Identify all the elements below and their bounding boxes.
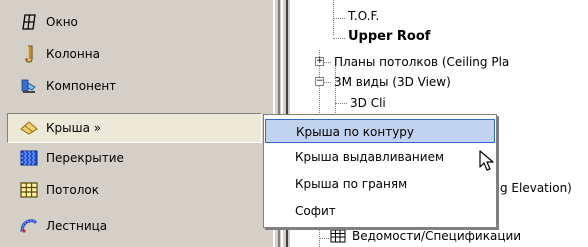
tool-label: Окно (46, 15, 78, 29)
menu-item-label: Крыша выдавливанием (295, 150, 445, 164)
tree-connector (333, 18, 345, 19)
tree-item-tof[interactable]: T.O.F. (348, 8, 379, 24)
tool-label: Крыша » (46, 121, 102, 135)
menu-item-label: Крыша по контуру (296, 125, 415, 139)
menu-item-label: Софит (295, 204, 336, 218)
tool-window[interactable]: Окно (8, 6, 263, 38)
tool-stair[interactable]: Лестница (8, 210, 263, 242)
tree-item-label: g Elevation) (500, 181, 572, 195)
tool-floor[interactable]: Перекрытие (8, 142, 263, 174)
tree-item-label: T.O.F. (348, 9, 380, 23)
component-icon (20, 77, 38, 95)
tree-item-label: Ведомости/Спецификации (352, 229, 522, 243)
tree-item-label: Upper Roof (348, 29, 431, 44)
expand-icon[interactable]: + (315, 57, 324, 66)
table-icon (330, 228, 346, 244)
tree-item-label: 3М виды (3D View) (334, 75, 451, 89)
tree-connector (333, 38, 345, 39)
column-icon (20, 45, 38, 63)
tool-label: Колонна (46, 47, 100, 61)
tool-column[interactable]: Колонна (8, 38, 263, 70)
tool-component[interactable]: Компонент (8, 70, 263, 102)
tool-label: Потолок (46, 183, 99, 197)
collapse-icon[interactable]: − (315, 77, 324, 86)
tool-label: Перекрытие (46, 151, 124, 165)
stair-icon (20, 217, 38, 235)
tree-item-label: Планы потолков (Ceiling Pla (334, 55, 510, 69)
ceiling-icon (20, 181, 38, 199)
menu-item-label: Крыша по граням (295, 177, 408, 191)
tool-roof[interactable]: Крыша » (7, 113, 262, 143)
design-bar: Окно Колонна Компонент Крыша » Перекрыти… (0, 0, 270, 247)
cursor-arrow-icon (479, 150, 499, 172)
menu-item-soffit[interactable]: Софит (265, 199, 495, 223)
tree-item-label: 3D Cli (350, 96, 386, 110)
tree-item-upper-roof[interactable]: Upper Roof (348, 29, 430, 45)
menu-item-roof-by-extrusion[interactable]: Крыша выдавливанием (265, 145, 495, 169)
menu-item-roof-by-footprint[interactable]: Крыша по контуру (265, 119, 495, 143)
tree-item-3d-views[interactable]: 3М виды (3D View) (334, 74, 451, 90)
roof-icon (20, 119, 38, 137)
tree-connector (335, 103, 347, 104)
window-icon (20, 13, 38, 31)
menu-item-roof-by-face[interactable]: Крыша по граням (265, 172, 495, 196)
floor-icon (20, 149, 38, 167)
tool-ceiling[interactable]: Потолок (8, 174, 263, 206)
tool-label: Компонент (46, 79, 117, 93)
tree-item-schedules[interactable]: Ведомости/Спецификации (352, 228, 521, 244)
tree-item-3d-clip[interactable]: 3D Cli (350, 95, 386, 111)
tool-label: Лестница (46, 219, 108, 233)
tree-item-elevation[interactable]: g Elevation) (500, 180, 572, 196)
roof-submenu: Крыша по контуру Крыша выдавливанием Кры… (263, 114, 497, 228)
tree-item-ceiling-plans[interactable]: Планы потолков (Ceiling Pla (334, 54, 509, 70)
